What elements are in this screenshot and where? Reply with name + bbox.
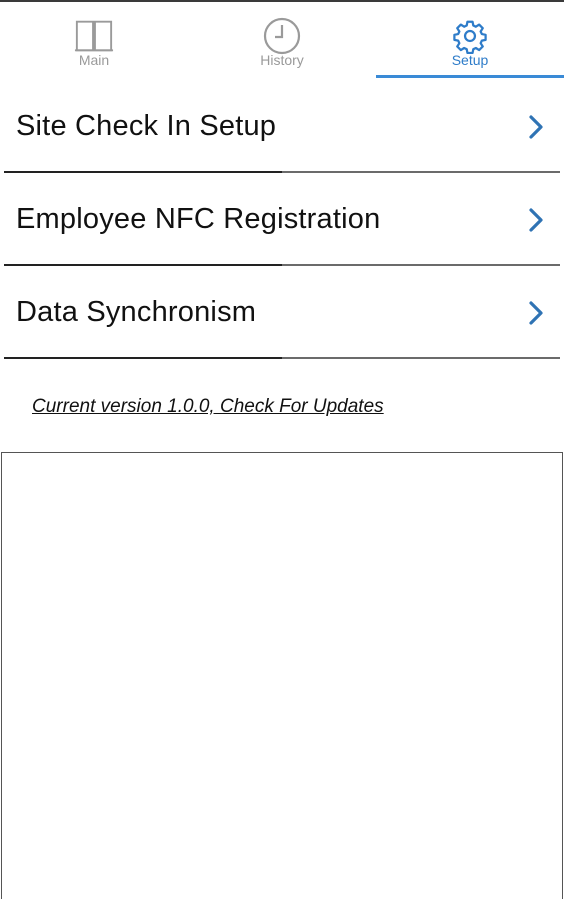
active-tab-indicator <box>376 75 564 78</box>
chevron-right-icon <box>529 300 543 325</box>
content-panel <box>1 452 563 899</box>
clock-icon <box>262 16 302 56</box>
menu-item-employee-nfc-registration[interactable]: Employee NFC Registration <box>0 173 564 266</box>
check-for-updates-link[interactable]: Current version 1.0.0, Check For Updates <box>32 396 384 418</box>
tab-main-label: Main <box>78 52 110 68</box>
menu-item-data-synchronism[interactable]: Data Synchronism <box>0 266 564 359</box>
tab-bar: Main History Setup <box>0 2 564 80</box>
tab-history-label: History <box>260 52 304 68</box>
menu-item-label: Employee NFC Registration <box>16 203 381 235</box>
divider <box>4 357 560 359</box>
tab-main[interactable]: Main <box>0 2 188 80</box>
tab-history[interactable]: History <box>188 2 376 80</box>
menu-item-label: Site Check In Setup <box>16 110 277 142</box>
chevron-right-icon <box>529 114 543 139</box>
tab-setup[interactable]: Setup <box>376 2 564 80</box>
book-icon <box>74 16 114 56</box>
menu-item-site-check-in-setup[interactable]: Site Check In Setup <box>0 80 564 173</box>
setup-menu: Site Check In Setup Employee NFC Registr… <box>0 80 564 359</box>
gear-icon <box>450 16 490 56</box>
tab-setup-label: Setup <box>451 52 489 68</box>
chevron-right-icon <box>529 207 543 232</box>
menu-item-label: Data Synchronism <box>16 296 257 328</box>
